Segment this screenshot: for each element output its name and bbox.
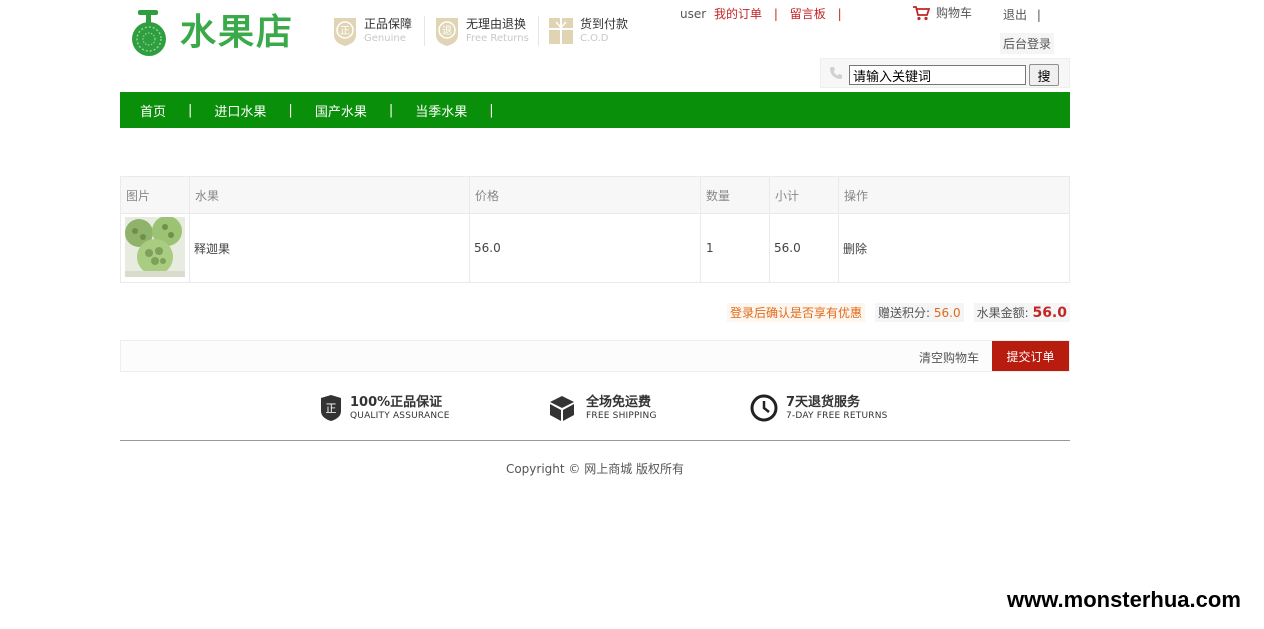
- nav-item-imported[interactable]: 进口水果: [214, 101, 266, 120]
- brand-name: 水果店: [180, 12, 295, 53]
- svg-text:正: 正: [340, 26, 350, 37]
- guarantee-returns: 退 无理由退换 Free Returns: [434, 14, 529, 48]
- username: user: [680, 7, 707, 21]
- search-bar: 搜: [820, 58, 1070, 88]
- nav-separator: |: [388, 102, 394, 118]
- service-quality: 正 100%正品保证 QUALITY ASSURANCE: [320, 394, 450, 422]
- points-value: 56.0: [933, 306, 961, 320]
- cart-table: 图片 水果 价格 数量 小计 操作 释迦果 56.0 1 56.0 删除: [120, 176, 1070, 283]
- box-icon: [550, 396, 574, 421]
- svg-text:退: 退: [442, 25, 452, 37]
- guarantee-genuine: 正 正品保障 Genuine: [332, 14, 412, 48]
- table-header-row: 图片 水果 价格 数量 小计 操作: [120, 176, 1070, 214]
- link-separator: |: [837, 7, 842, 21]
- returns-shield-icon: 退: [436, 18, 458, 46]
- watermark: www.monsterhua.com: [1003, 576, 1264, 624]
- cart-action-bar: 清空购物车 提交订单: [120, 340, 1070, 372]
- service-returns: 7天退货服务 7-DAY FREE RETURNS: [750, 394, 888, 422]
- nav-separator: |: [288, 102, 293, 118]
- service-subtitle: FREE SHIPPING: [586, 410, 657, 421]
- clear-cart-link[interactable]: 清空购物车: [919, 349, 979, 366]
- product-price: 56.0: [469, 213, 701, 283]
- nav-item-seasonal[interactable]: 当季水果: [415, 101, 467, 120]
- total-value: 56.0: [1032, 305, 1067, 321]
- svg-text:正: 正: [326, 402, 337, 415]
- nav-item-domestic[interactable]: 国产水果: [315, 101, 367, 120]
- my-orders-link[interactable]: 我的订单: [714, 7, 762, 21]
- genuine-shield-icon: 正: [334, 18, 356, 46]
- column-header: 水果: [189, 176, 470, 214]
- service-title: 100%正品保证: [350, 394, 443, 410]
- total-label: 水果金额:: [976, 306, 1029, 320]
- guestbook-link[interactable]: 留言板: [790, 7, 826, 21]
- service-title: 7天退货服务: [786, 394, 861, 410]
- nav-separator: |: [489, 102, 494, 118]
- logout-link[interactable]: 退出: [1003, 8, 1027, 22]
- table-row: 释迦果 56.0 1 56.0 删除: [120, 213, 1070, 283]
- login-discount-tip: 登录后确认是否享有优惠: [726, 303, 865, 322]
- order-summary: 登录后确认是否享有优惠 赠送积分: 56.0 水果金额: 56.0: [726, 303, 1070, 322]
- product-quantity: 1: [700, 213, 770, 283]
- guarantee-subtitle: Free Returns: [466, 33, 529, 44]
- guarantee-title: 正品保障: [364, 17, 413, 31]
- column-header: 数量: [700, 176, 770, 214]
- logout-area: 退出 |: [1003, 6, 1041, 23]
- phone-icon: [830, 67, 842, 79]
- total-info: 水果金额: 56.0: [973, 303, 1070, 322]
- divider: [424, 16, 425, 46]
- guarantee-subtitle: C.O.D: [580, 33, 609, 44]
- fruit-logo-icon: [132, 10, 166, 56]
- column-header: 操作: [838, 176, 1070, 214]
- service-subtitle: 7-DAY FREE RETURNS: [786, 410, 888, 421]
- service-shipping: 全场免运费 FREE SHIPPING: [548, 394, 657, 422]
- cart-label: 购物车: [936, 6, 973, 20]
- main-nav: 首页 | 进口水果 | 国产水果 | 当季水果 |: [120, 92, 1070, 128]
- nav-item-home[interactable]: 首页: [140, 101, 166, 120]
- guarantee-cod: 货到付款 C.O.D: [548, 14, 628, 48]
- search-input[interactable]: [849, 65, 1026, 85]
- product-image-cell: [120, 213, 190, 283]
- guarantee-subtitle: Genuine: [364, 33, 406, 44]
- custard-apple-image[interactable]: [125, 215, 185, 277]
- link-separator: |: [1036, 8, 1041, 22]
- footer-divider: [120, 440, 1070, 441]
- search-button[interactable]: 搜: [1029, 64, 1059, 86]
- divider: [538, 16, 539, 46]
- points-label: 赠送积分:: [877, 306, 931, 320]
- cart-link[interactable]: 购物车: [912, 4, 972, 21]
- product-subtotal: 56.0: [769, 213, 839, 283]
- clock-icon: [750, 394, 778, 422]
- guarantee-title: 货到付款: [580, 17, 629, 31]
- quality-badge-icon: 正: [321, 395, 341, 421]
- column-header: 图片: [120, 176, 190, 214]
- site-logo[interactable]: 水果店: [128, 8, 294, 58]
- cart-icon: [913, 5, 930, 20]
- top-links: user 我的订单 | 留言板 |: [680, 5, 850, 22]
- column-header: 小计: [769, 176, 839, 214]
- service-subtitle: QUALITY ASSURANCE: [350, 410, 450, 421]
- nav-separator: |: [188, 102, 193, 118]
- product-name: 释迦果: [189, 213, 470, 283]
- admin-login-link[interactable]: 后台登录: [1000, 33, 1055, 54]
- link-separator: |: [773, 7, 778, 21]
- cod-icon: [549, 18, 573, 44]
- guarantee-title: 无理由退换: [466, 17, 527, 31]
- copyright-text: Copyright © 网上商城 版权所有: [505, 462, 685, 476]
- points-info: 赠送积分: 56.0: [874, 303, 964, 322]
- column-header: 价格: [469, 176, 701, 214]
- submit-order-button[interactable]: 提交订单: [992, 341, 1069, 371]
- delete-link[interactable]: 删除: [843, 242, 867, 256]
- service-title: 全场免运费: [586, 394, 652, 410]
